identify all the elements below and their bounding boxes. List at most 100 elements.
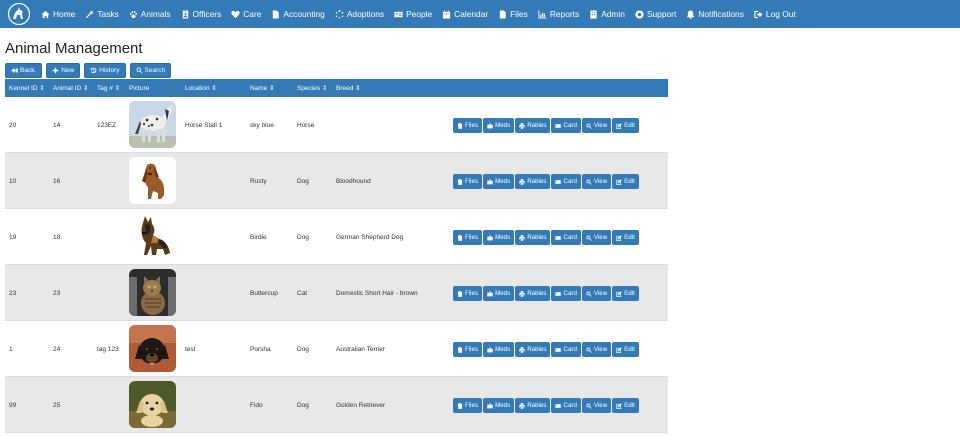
search-button[interactable]: Search xyxy=(129,63,172,78)
meds-button[interactable]: Meds xyxy=(483,398,515,413)
cell-kennel-id: 23 xyxy=(9,289,17,297)
cell-animal-id: 23 xyxy=(53,289,61,297)
calendar-icon xyxy=(442,9,451,19)
nav-people-label: People xyxy=(406,9,433,19)
header-animal-id[interactable]: Animal ID ⇕ xyxy=(53,79,88,97)
card-button[interactable]: Card xyxy=(551,342,581,357)
view-button[interactable]: View xyxy=(581,342,612,357)
cell-name: Porsha xyxy=(250,345,271,353)
files-button[interactable]: Files xyxy=(453,286,483,301)
nav-officers-label: Officers xyxy=(192,9,222,19)
nav-people[interactable]: People xyxy=(389,0,437,28)
header-breed[interactable]: Breed ⇕ xyxy=(336,79,361,97)
edit-icon xyxy=(616,234,622,241)
animal-photo-bloodhound[interactable] xyxy=(129,157,176,204)
cell-kennel-id: 19 xyxy=(9,233,17,241)
view-button[interactable]: View xyxy=(581,286,612,301)
edit-button[interactable]: Edit xyxy=(612,342,639,357)
search-icon xyxy=(586,178,592,185)
nav-files[interactable]: Files xyxy=(493,0,533,28)
animal-photo-tabby-cat[interactable] xyxy=(129,269,176,316)
edit-button-label: Edit xyxy=(624,290,635,297)
row-actions: Files Meds Rabies Card View Edit xyxy=(453,118,639,133)
rabies-button[interactable]: Rabies xyxy=(515,118,551,133)
logo-icon[interactable] xyxy=(6,1,32,27)
rabies-button-label: Rabies xyxy=(527,290,547,297)
animal-photo-horse[interactable] xyxy=(129,101,176,148)
meds-button[interactable]: Meds xyxy=(483,342,515,357)
animal-photo-black-puppy[interactable] xyxy=(129,325,176,372)
paw-icon xyxy=(129,10,138,19)
nav-reports[interactable]: Reports xyxy=(533,0,584,28)
row-actions: Files Meds Rabies Card View Edit xyxy=(453,230,639,245)
page-title: Animal Management xyxy=(5,40,143,57)
nav-accounting[interactable]: Accounting xyxy=(266,0,329,28)
new-button[interactable]: New xyxy=(46,63,81,78)
edit-button[interactable]: Edit xyxy=(612,286,639,301)
edit-button-label: Edit xyxy=(624,346,635,353)
edit-button[interactable]: Edit xyxy=(612,398,639,413)
cell-breed: German Shepherd Dog xyxy=(336,233,404,241)
header-tag[interactable]: Tag # ⇕ xyxy=(97,79,120,97)
meds-button[interactable]: Meds xyxy=(483,286,515,301)
edit-button-label: Edit xyxy=(624,178,635,185)
meds-button[interactable]: Meds xyxy=(483,118,515,133)
header-species[interactable]: Species ⇕ xyxy=(297,79,327,97)
nav-accounting-label: Accounting xyxy=(283,9,325,19)
card-button[interactable]: Card xyxy=(551,230,581,245)
header-name[interactable]: Name ⇕ xyxy=(250,79,275,97)
card-button-label: Card xyxy=(563,122,577,129)
nav-officers[interactable]: Officers xyxy=(176,0,227,28)
edit-button[interactable]: Edit xyxy=(612,174,639,189)
cell-kennel-id: 1 xyxy=(9,345,13,353)
files-button[interactable]: Files xyxy=(453,398,483,413)
chart-icon xyxy=(538,9,547,19)
nav-logout[interactable]: Log Out xyxy=(749,0,801,28)
rabies-button[interactable]: Rabies xyxy=(515,286,551,301)
files-button[interactable]: Files xyxy=(453,118,483,133)
id-card-icon xyxy=(555,347,562,352)
view-button[interactable]: View xyxy=(581,230,612,245)
table-row: 19 18 Birdie Dog German Shepherd Dog Fil… xyxy=(5,209,668,265)
view-button[interactable]: View xyxy=(581,398,612,413)
rabies-button[interactable]: Rabies xyxy=(515,398,551,413)
nav-tasks[interactable]: Tasks xyxy=(80,0,123,28)
nav-adoptions[interactable]: Adoptions xyxy=(330,0,389,28)
nav-support[interactable]: Support xyxy=(630,0,681,28)
files-button[interactable]: Files xyxy=(453,230,483,245)
nav-animals[interactable]: Animals xyxy=(124,0,176,28)
history-button[interactable]: History xyxy=(84,63,126,78)
nav-notifications[interactable]: Notifications xyxy=(681,0,749,28)
files-button[interactable]: Files xyxy=(453,174,483,189)
back-button[interactable]: Back. xyxy=(5,63,43,78)
rabies-button[interactable]: Rabies xyxy=(515,342,551,357)
file-icon xyxy=(458,402,463,409)
card-button[interactable]: Card xyxy=(551,286,581,301)
nav-care[interactable]: Care xyxy=(226,0,266,28)
card-button[interactable]: Card xyxy=(551,398,581,413)
header-kennel-id[interactable]: Kennel ID ⇕ xyxy=(9,79,45,97)
cell-species: Dog xyxy=(297,345,309,353)
header-location[interactable]: Location ⇕ xyxy=(185,79,217,97)
view-button[interactable]: View xyxy=(581,118,612,133)
files-button[interactable]: Files xyxy=(453,342,483,357)
edit-button[interactable]: Edit xyxy=(612,230,639,245)
card-button[interactable]: Card xyxy=(551,174,581,189)
edit-icon xyxy=(616,122,622,129)
card-button[interactable]: Card xyxy=(551,118,581,133)
rabies-button[interactable]: Rabies xyxy=(515,174,551,189)
nav-home[interactable]: Home xyxy=(36,0,80,28)
view-button[interactable]: View xyxy=(581,174,612,189)
edit-button[interactable]: Edit xyxy=(612,118,639,133)
animal-photo-golden-puppy[interactable] xyxy=(129,381,176,428)
medkit-icon xyxy=(487,291,493,296)
meds-button[interactable]: Meds xyxy=(483,174,515,189)
rabies-button-label: Rabies xyxy=(527,178,547,185)
nav-admin[interactable]: Admin xyxy=(584,0,630,28)
animal-photo-german-shepherd[interactable] xyxy=(129,213,176,260)
id-card-icon xyxy=(394,10,403,19)
meds-button[interactable]: Meds xyxy=(483,230,515,245)
rabies-button[interactable]: Rabies xyxy=(515,230,551,245)
cell-animal-id: 24 xyxy=(53,345,61,353)
nav-calendar[interactable]: Calendar xyxy=(437,0,493,28)
